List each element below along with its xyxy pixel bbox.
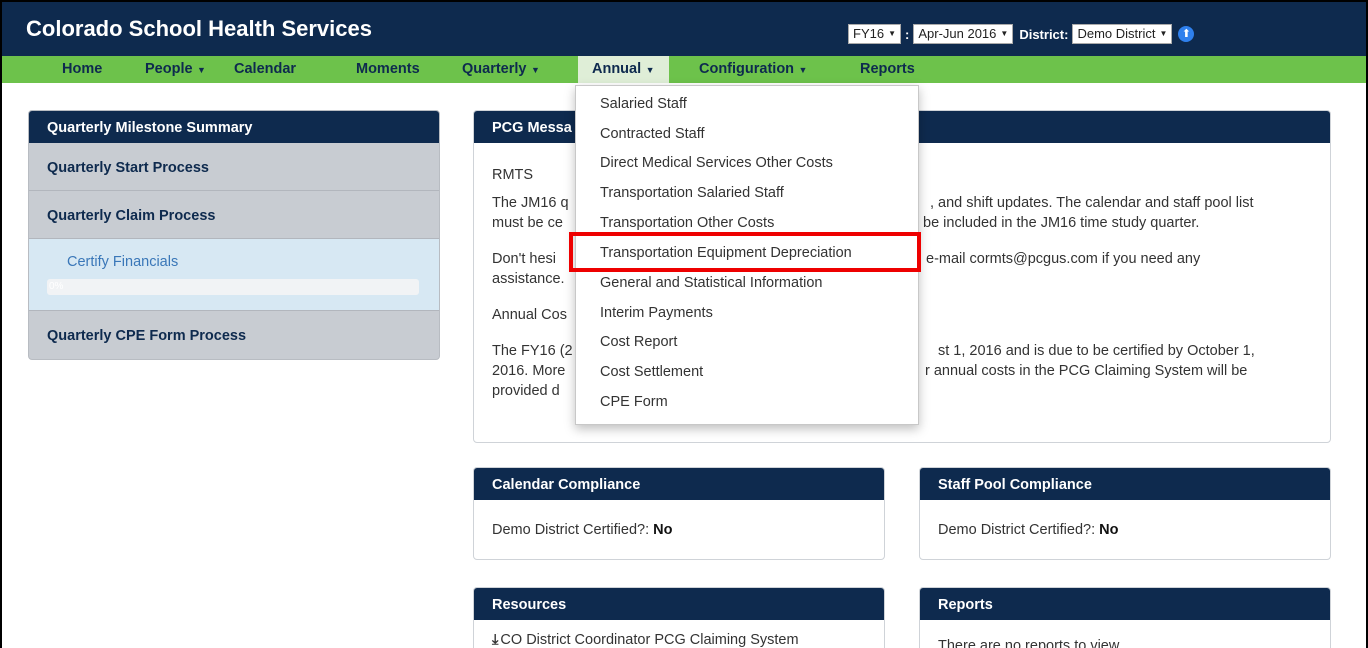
certified-value: No (1099, 522, 1119, 538)
nav-reports-label: Reports (860, 61, 915, 77)
chevron-down-icon: ▼ (888, 29, 896, 38)
message-text: Don't hesi (492, 251, 557, 267)
nav-reports[interactable]: Reports (860, 56, 915, 83)
message-text: st 1, 2016 and is due to be certified by… (938, 343, 1255, 359)
nav-people[interactable]: People ▼ (145, 56, 206, 83)
certify-financials-link[interactable]: Certify Financials (67, 254, 178, 270)
reports-empty-text: There are no reports to view. (938, 638, 1123, 648)
milestone-start-process[interactable]: Quarterly Start Process (29, 143, 439, 191)
calendar-compliance-card: Calendar Compliance Demo District Certif… (473, 467, 885, 560)
selector-separator: : (905, 26, 910, 42)
nav-people-label: People (145, 61, 193, 77)
period-selectors: FY16 ▼ : Apr-Jun 2016 ▼ District: Demo D… (848, 24, 1195, 44)
staff-pool-compliance-body: Demo District Certified?: No (920, 500, 1330, 552)
menu-item-transportation-other-costs[interactable]: Transportation Other Costs (600, 215, 774, 231)
info-icon[interactable]: ⬆ (1178, 26, 1195, 42)
nav-moments-label: Moments (356, 61, 420, 77)
certified-label: Demo District Certified?: (492, 522, 650, 538)
menu-item-interim-payments[interactable]: Interim Payments (600, 305, 713, 321)
menu-item-cpe-form[interactable]: CPE Form (600, 394, 668, 410)
menu-item-transportation-salaried-staff[interactable]: Transportation Salaried Staff (600, 185, 784, 201)
fiscal-year-select[interactable]: FY16 ▼ (848, 24, 901, 44)
nav-quarterly-label: Quarterly (462, 61, 527, 77)
message-text: The JM16 q (492, 195, 569, 211)
chevron-down-icon: ▼ (1159, 29, 1168, 38)
nav-configuration[interactable]: Configuration ▼ (699, 56, 807, 83)
certified-value: No (653, 522, 673, 538)
nav-configuration-label: Configuration (699, 61, 795, 77)
message-text: must be ce (492, 215, 563, 231)
menu-item-cost-settlement[interactable]: Cost Settlement (600, 364, 703, 380)
nav-annual-label: Annual (592, 61, 642, 77)
milestone-claim-details: Certify Financials 0% (29, 239, 439, 311)
menu-item-contracted-staff[interactable]: Contracted Staff (600, 126, 705, 142)
staff-pool-compliance-title: Staff Pool Compliance (920, 468, 1330, 500)
main-nav: Home People ▼ Calendar Moments Quarterly… (2, 56, 1366, 83)
certified-label: Demo District Certified?: (938, 522, 1096, 538)
fiscal-year-value: FY16 (853, 26, 885, 41)
district-label: District: (1019, 26, 1069, 42)
resource-link[interactable]: CO District Coordinator PCG Claiming Sys… (500, 632, 798, 648)
app-window: Colorado School Health Services FY16 ▼ :… (0, 0, 1368, 648)
caret-down-icon: ▼ (796, 65, 808, 75)
chevron-down-icon: ▼ (1000, 29, 1009, 38)
nav-annual[interactable]: Annual ▼ (578, 56, 669, 83)
resources-card: Resources ⤓ CO District Coordinator PCG C… (473, 587, 885, 648)
message-text: 2016. More (492, 363, 566, 379)
milestone-summary-panel: Quarterly Milestone Summary Quarterly St… (28, 110, 440, 360)
nav-home-label: Home (62, 61, 103, 77)
annual-costs-heading: Annual Cos (492, 307, 567, 323)
menu-item-cost-report[interactable]: Cost Report (600, 334, 677, 350)
top-header: Colorado School Health Services FY16 ▼ :… (2, 2, 1366, 56)
resources-body: ⤓ CO District Coordinator PCG Claiming Sy… (474, 620, 884, 648)
menu-item-general-statistical-info[interactable]: General and Statistical Information (600, 275, 822, 291)
message-text: provided d (492, 383, 560, 399)
reports-title: Reports (920, 588, 1330, 620)
message-text: be included in the JM16 time study quart… (923, 215, 1200, 231)
message-text: The FY16 (2 (492, 343, 573, 359)
milestone-claim-process[interactable]: Quarterly Claim Process (29, 191, 439, 239)
rmts-heading: RMTS (492, 167, 534, 183)
certify-progress-bar: 0% (47, 279, 419, 295)
message-text: , and shift updates. The calendar and st… (930, 195, 1254, 211)
milestone-cpe-process[interactable]: Quarterly CPE Form Process (29, 311, 439, 359)
download-icon: ⤓ (492, 632, 499, 648)
resources-title: Resources (474, 588, 884, 620)
nav-calendar[interactable]: Calendar (234, 56, 296, 83)
nav-home[interactable]: Home (62, 56, 102, 83)
caret-down-icon: ▼ (194, 65, 206, 75)
nav-calendar-label: Calendar (234, 61, 297, 77)
reports-card: Reports There are no reports to view. (919, 587, 1331, 648)
district-value: Demo District (1077, 26, 1156, 41)
nav-quarterly[interactable]: Quarterly ▼ (462, 56, 540, 83)
calendar-compliance-title: Calendar Compliance (474, 468, 884, 500)
staff-pool-compliance-card: Staff Pool Compliance Demo District Cert… (919, 467, 1331, 560)
caret-down-icon: ▼ (528, 65, 540, 75)
message-text: r annual costs in the PCG Claiming Syste… (925, 363, 1248, 379)
caret-down-icon: ▼ (643, 65, 655, 75)
menu-item-direct-medical-other-costs[interactable]: Direct Medical Services Other Costs (600, 155, 833, 171)
quarter-value: Apr-Jun 2016 (918, 26, 997, 41)
highlight-annotation (569, 232, 921, 272)
message-text: assistance. (492, 271, 565, 287)
district-select[interactable]: Demo District ▼ (1072, 24, 1173, 44)
nav-moments[interactable]: Moments (356, 56, 420, 83)
menu-item-salaried-staff[interactable]: Salaried Staff (600, 96, 687, 112)
milestone-summary-title: Quarterly Milestone Summary (29, 111, 439, 143)
app-title: Colorado School Health Services (26, 16, 372, 41)
message-text: e-mail cormts@pcgus.com if you need any (926, 251, 1201, 267)
quarter-select[interactable]: Apr-Jun 2016 ▼ (913, 24, 1014, 44)
calendar-compliance-body: Demo District Certified?: No (474, 500, 884, 552)
